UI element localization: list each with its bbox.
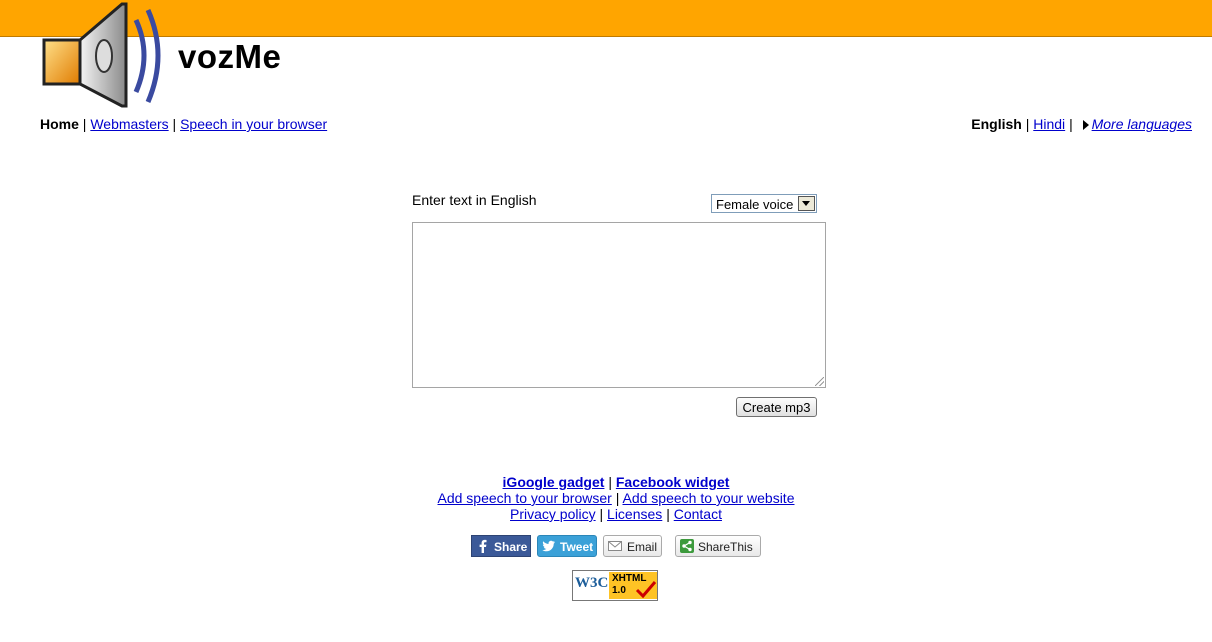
lang-english: English bbox=[971, 116, 1022, 132]
nav-separator: | bbox=[1025, 116, 1030, 132]
email-share-button[interactable]: Email bbox=[603, 535, 662, 557]
igoogle-gadget-link[interactable]: iGoogle gadget bbox=[503, 474, 605, 490]
footer-row-add: Add speech to your browser | Add speech … bbox=[0, 490, 1212, 506]
text-prompt-label: Enter text in English bbox=[412, 192, 537, 208]
more-languages-link[interactable]: More languages bbox=[1092, 116, 1192, 132]
resize-grip-icon[interactable] bbox=[815, 377, 824, 386]
nav-webmasters-link[interactable]: Webmasters bbox=[90, 116, 168, 132]
footer-row-legal: Privacy policy | Licenses | Contact bbox=[0, 506, 1212, 522]
nav-separator: | bbox=[172, 116, 177, 132]
w3c-logo-text: W3C bbox=[575, 575, 609, 591]
language-nav: English | Hindi | More languages bbox=[971, 116, 1192, 132]
main-nav: Home | Webmasters | Speech in your brows… bbox=[40, 116, 327, 132]
tweet-button[interactable]: Tweet bbox=[537, 535, 597, 557]
create-mp3-button[interactable]: Create mp3 bbox=[736, 397, 817, 417]
checkmark-icon bbox=[635, 581, 657, 599]
facebook-widget-link[interactable]: Facebook widget bbox=[616, 474, 730, 490]
envelope-icon bbox=[608, 541, 622, 551]
footer-row-widgets: iGoogle gadget | Facebook widget bbox=[0, 474, 1212, 490]
add-speech-website-link[interactable]: Add speech to your website bbox=[622, 490, 794, 506]
speaker-icon bbox=[42, 2, 161, 108]
facebook-share-label: Share bbox=[494, 540, 528, 554]
w3c-xhtml-badge[interactable]: W3C XHTML 1.0 bbox=[572, 570, 658, 601]
voice-select-value: Female voice bbox=[716, 197, 794, 212]
facebook-share-button[interactable]: Share bbox=[471, 535, 531, 557]
triangle-right-icon bbox=[1082, 120, 1089, 131]
privacy-policy-link[interactable]: Privacy policy bbox=[510, 506, 596, 522]
brand-title: vozMe bbox=[178, 38, 282, 75]
email-label: Email bbox=[627, 540, 658, 554]
sharethis-label: ShareThis bbox=[698, 540, 753, 554]
text-input[interactable] bbox=[412, 222, 826, 388]
nav-home: Home bbox=[40, 116, 79, 132]
nav-separator: | bbox=[1069, 116, 1073, 132]
sharethis-button[interactable]: ShareThis bbox=[675, 535, 761, 557]
top-bar bbox=[0, 0, 1212, 37]
footer-separator: | bbox=[599, 506, 604, 522]
voice-select[interactable]: Female voice bbox=[711, 194, 817, 213]
footer-separator: | bbox=[615, 490, 620, 506]
nav-speech-browser-link[interactable]: Speech in your browser bbox=[180, 116, 327, 132]
facebook-icon bbox=[479, 539, 487, 553]
contact-link[interactable]: Contact bbox=[674, 506, 722, 522]
footer-separator: | bbox=[666, 506, 670, 522]
twitter-bird-icon bbox=[542, 540, 555, 552]
licenses-link[interactable]: Licenses bbox=[607, 506, 662, 522]
chevron-down-icon[interactable] bbox=[798, 196, 815, 211]
footer-separator: | bbox=[608, 474, 612, 490]
nav-separator: | bbox=[82, 116, 87, 132]
lang-hindi-link[interactable]: Hindi bbox=[1033, 116, 1065, 132]
share-icon bbox=[680, 539, 694, 553]
add-speech-browser-link[interactable]: Add speech to your browser bbox=[438, 490, 612, 506]
tweet-label: Tweet bbox=[560, 540, 594, 554]
